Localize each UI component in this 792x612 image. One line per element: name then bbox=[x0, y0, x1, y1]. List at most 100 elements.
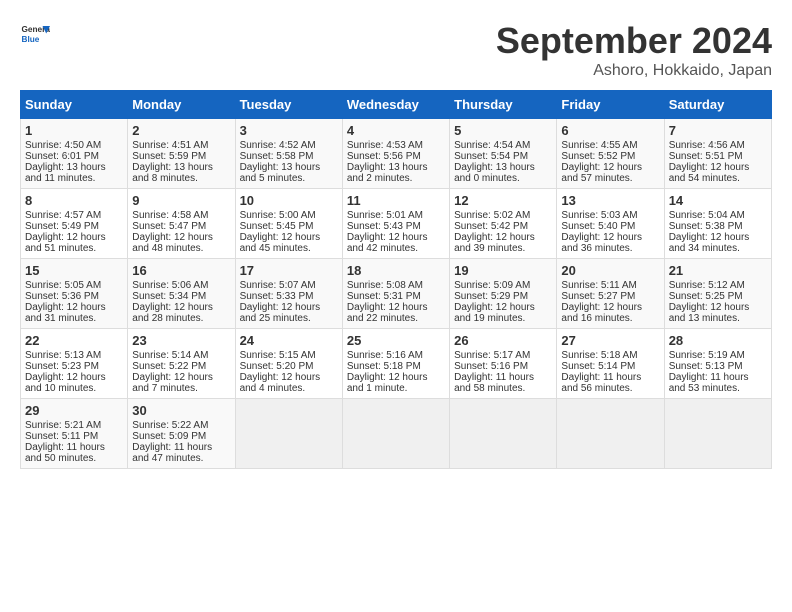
day-info-line: Daylight: 11 hours bbox=[669, 372, 767, 383]
day-number: 11 bbox=[347, 193, 445, 208]
day-info-line: Sunset: 5:22 PM bbox=[132, 361, 230, 372]
calendar-cell: 7Sunrise: 4:56 AMSunset: 5:51 PMDaylight… bbox=[664, 119, 771, 189]
day-info-line: Sunset: 5:20 PM bbox=[240, 361, 338, 372]
header-cell-thursday: Thursday bbox=[450, 91, 557, 119]
header-cell-sunday: Sunday bbox=[21, 91, 128, 119]
day-info-line: Sunset: 5:27 PM bbox=[561, 291, 659, 302]
day-number: 3 bbox=[240, 123, 338, 138]
day-info-line: Sunrise: 5:06 AM bbox=[132, 280, 230, 291]
day-info-line: Daylight: 12 hours bbox=[454, 232, 552, 243]
calendar-cell: 4Sunrise: 4:53 AMSunset: 5:56 PMDaylight… bbox=[342, 119, 449, 189]
day-number: 19 bbox=[454, 263, 552, 278]
day-info-line: Sunrise: 5:00 AM bbox=[240, 210, 338, 221]
calendar-cell: 26Sunrise: 5:17 AMSunset: 5:16 PMDayligh… bbox=[450, 329, 557, 399]
day-number: 4 bbox=[347, 123, 445, 138]
calendar-cell: 9Sunrise: 4:58 AMSunset: 5:47 PMDaylight… bbox=[128, 189, 235, 259]
day-info-line: Sunrise: 5:18 AM bbox=[561, 350, 659, 361]
day-number: 8 bbox=[25, 193, 123, 208]
day-info-line: Daylight: 13 hours bbox=[454, 162, 552, 173]
day-info-line: and 51 minutes. bbox=[25, 243, 123, 254]
header-cell-saturday: Saturday bbox=[664, 91, 771, 119]
day-number: 1 bbox=[25, 123, 123, 138]
day-info-line: Sunrise: 5:05 AM bbox=[25, 280, 123, 291]
calendar-cell bbox=[557, 399, 664, 469]
day-info-line: Daylight: 12 hours bbox=[347, 372, 445, 383]
day-number: 26 bbox=[454, 333, 552, 348]
day-info-line: and 10 minutes. bbox=[25, 383, 123, 394]
calendar-cell: 23Sunrise: 5:14 AMSunset: 5:22 PMDayligh… bbox=[128, 329, 235, 399]
page-header: General Blue September 2024 Ashoro, Hokk… bbox=[20, 20, 772, 80]
day-number: 30 bbox=[132, 403, 230, 418]
day-info-line: and 36 minutes. bbox=[561, 243, 659, 254]
day-info-line: and 57 minutes. bbox=[561, 173, 659, 184]
calendar-cell: 13Sunrise: 5:03 AMSunset: 5:40 PMDayligh… bbox=[557, 189, 664, 259]
header-cell-monday: Monday bbox=[128, 91, 235, 119]
logo: General Blue bbox=[20, 20, 50, 50]
day-info-line: Sunset: 5:14 PM bbox=[561, 361, 659, 372]
day-info-line: Sunrise: 5:21 AM bbox=[25, 420, 123, 431]
day-info-line: Sunrise: 5:16 AM bbox=[347, 350, 445, 361]
day-info-line: and 48 minutes. bbox=[132, 243, 230, 254]
day-info-line: Sunset: 5:54 PM bbox=[454, 151, 552, 162]
day-info-line: Sunset: 5:13 PM bbox=[669, 361, 767, 372]
day-info-line: Daylight: 13 hours bbox=[347, 162, 445, 173]
day-number: 5 bbox=[454, 123, 552, 138]
calendar-cell: 25Sunrise: 5:16 AMSunset: 5:18 PMDayligh… bbox=[342, 329, 449, 399]
day-number: 21 bbox=[669, 263, 767, 278]
day-info-line: and 45 minutes. bbox=[240, 243, 338, 254]
day-info-line: and 2 minutes. bbox=[347, 173, 445, 184]
day-number: 28 bbox=[669, 333, 767, 348]
day-info-line: Daylight: 12 hours bbox=[561, 302, 659, 313]
day-number: 29 bbox=[25, 403, 123, 418]
day-info-line: and 53 minutes. bbox=[669, 383, 767, 394]
day-info-line: Sunset: 5:58 PM bbox=[240, 151, 338, 162]
calendar-cell: 27Sunrise: 5:18 AMSunset: 5:14 PMDayligh… bbox=[557, 329, 664, 399]
day-info-line: Sunrise: 5:13 AM bbox=[25, 350, 123, 361]
day-info-line: Sunrise: 4:58 AM bbox=[132, 210, 230, 221]
svg-text:Blue: Blue bbox=[22, 35, 40, 44]
day-number: 16 bbox=[132, 263, 230, 278]
day-info-line: Daylight: 12 hours bbox=[347, 232, 445, 243]
day-info-line: Daylight: 13 hours bbox=[25, 162, 123, 173]
day-info-line: Sunset: 5:11 PM bbox=[25, 431, 123, 442]
calendar-cell: 22Sunrise: 5:13 AMSunset: 5:23 PMDayligh… bbox=[21, 329, 128, 399]
calendar-cell: 14Sunrise: 5:04 AMSunset: 5:38 PMDayligh… bbox=[664, 189, 771, 259]
day-number: 20 bbox=[561, 263, 659, 278]
day-info-line: Sunrise: 4:50 AM bbox=[25, 140, 123, 151]
day-info-line: Daylight: 12 hours bbox=[240, 372, 338, 383]
calendar-week-4: 22Sunrise: 5:13 AMSunset: 5:23 PMDayligh… bbox=[21, 329, 772, 399]
day-info-line: Sunrise: 5:19 AM bbox=[669, 350, 767, 361]
calendar-cell bbox=[342, 399, 449, 469]
day-number: 10 bbox=[240, 193, 338, 208]
day-number: 23 bbox=[132, 333, 230, 348]
calendar-week-5: 29Sunrise: 5:21 AMSunset: 5:11 PMDayligh… bbox=[21, 399, 772, 469]
day-info-line: and 8 minutes. bbox=[132, 173, 230, 184]
title-block: September 2024 Ashoro, Hokkaido, Japan bbox=[496, 20, 772, 80]
day-info-line: and 16 minutes. bbox=[561, 313, 659, 324]
day-info-line: Sunset: 5:40 PM bbox=[561, 221, 659, 232]
day-info-line: and 56 minutes. bbox=[561, 383, 659, 394]
day-info-line: Daylight: 12 hours bbox=[561, 162, 659, 173]
day-info-line: Sunset: 5:38 PM bbox=[669, 221, 767, 232]
calendar-cell: 10Sunrise: 5:00 AMSunset: 5:45 PMDayligh… bbox=[235, 189, 342, 259]
calendar-cell: 28 Sunrise: 5:19 AMSunset: 5:13 PMDayligh… bbox=[664, 329, 771, 399]
day-info-line: Sunrise: 4:56 AM bbox=[669, 140, 767, 151]
day-info-line: Sunrise: 5:03 AM bbox=[561, 210, 659, 221]
logo-icon: General Blue bbox=[20, 20, 50, 50]
day-info-line: Sunset: 5:33 PM bbox=[240, 291, 338, 302]
calendar-cell bbox=[664, 399, 771, 469]
day-info-line: Sunrise: 5:02 AM bbox=[454, 210, 552, 221]
calendar-week-3: 15Sunrise: 5:05 AMSunset: 5:36 PMDayligh… bbox=[21, 259, 772, 329]
day-info-line: Sunrise: 5:08 AM bbox=[347, 280, 445, 291]
day-info-line: and 25 minutes. bbox=[240, 313, 338, 324]
calendar-cell: 21Sunrise: 5:12 AMSunset: 5:25 PMDayligh… bbox=[664, 259, 771, 329]
day-info-line: and 31 minutes. bbox=[25, 313, 123, 324]
day-info-line: Sunset: 5:47 PM bbox=[132, 221, 230, 232]
day-number: 17 bbox=[240, 263, 338, 278]
day-info-line: Daylight: 12 hours bbox=[454, 302, 552, 313]
day-info-line: Sunset: 5:23 PM bbox=[25, 361, 123, 372]
day-info-line: and 19 minutes. bbox=[454, 313, 552, 324]
day-info-line: and 7 minutes. bbox=[132, 383, 230, 394]
day-info-line: Daylight: 12 hours bbox=[669, 302, 767, 313]
header-cell-tuesday: Tuesday bbox=[235, 91, 342, 119]
